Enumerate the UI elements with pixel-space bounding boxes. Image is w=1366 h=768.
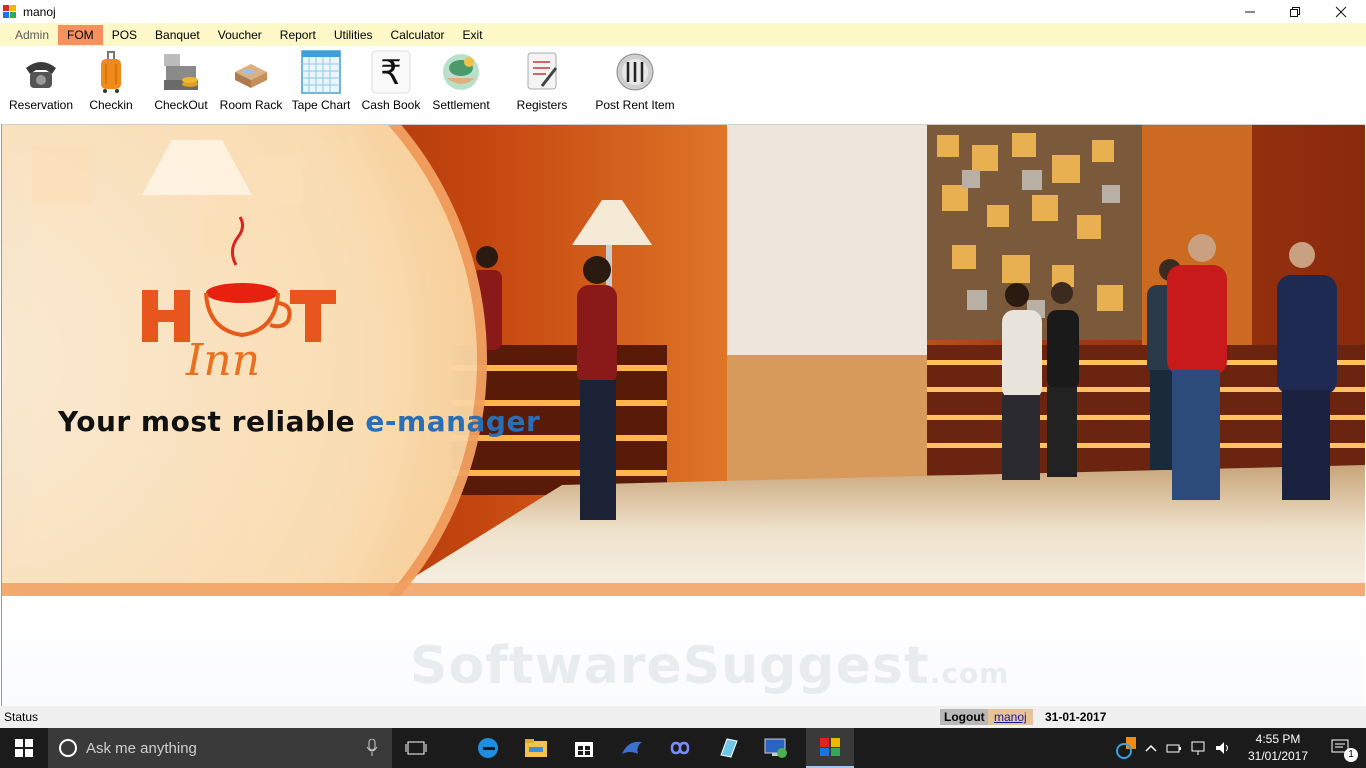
logout-button[interactable]: Logout [940,709,989,725]
restore-button[interactable] [1272,0,1318,23]
status-bar: Status Logout manoj 31-01-2017 [0,706,1366,728]
store-button[interactable] [560,728,608,768]
infinity-icon [670,741,690,755]
tape-chart-icon [299,50,343,94]
menu-banquet[interactable]: Banquet [146,25,209,45]
clock-time: 4:55 PM [1255,732,1301,746]
hero-banner: Inn Your most reliable e-manager [1,124,1365,596]
title-bar: manoj [0,0,1366,23]
registers-label: Registers [516,98,568,112]
registers-icon [520,50,564,94]
cash-register-icon [159,50,203,94]
tagline-plain: Your most reliable [58,405,366,438]
clock[interactable]: 4:55 PM 31/01/2017 [1240,731,1316,765]
watermark: SoftwareSuggest.com [410,636,1009,696]
menu-calculator[interactable]: Calculator [382,25,454,45]
post-rent-item-button[interactable]: Post Rent Item [592,50,678,120]
window-title: manoj [23,4,56,19]
cutlery-icon [613,50,657,94]
reservation-button[interactable]: Reservation [8,50,74,120]
action-center-button[interactable]: 1 [1318,728,1366,768]
cortana-icon [59,739,77,757]
start-button[interactable] [0,728,48,768]
cash-book-button[interactable]: ₹ Cash Book [360,50,422,120]
task-view-button[interactable] [392,728,440,768]
menu-admin[interactable]: Admin [6,25,58,45]
glass-app-icon [720,738,738,758]
status-date: 31-01-2017 [1045,710,1107,724]
watermark-suffix: .com [929,657,1010,690]
hotel-app-icon [820,738,840,756]
checkin-label: Checkin [89,98,133,112]
room-rack-button[interactable]: Room Rack [218,56,284,126]
infinity-app-button[interactable] [656,728,704,768]
room-rack-icon [229,56,273,94]
toolbar: Reservation Checkin CheckOut Room Rack T… [0,46,1366,124]
app-icon [3,4,17,19]
suitcase-icon [89,50,133,94]
dolphin-icon [622,741,642,754]
minimize-button[interactable] [1227,0,1273,23]
tape-chart-label: Tape Chart [291,98,351,112]
folder-icon [525,739,547,757]
menu-exit[interactable]: Exit [454,25,492,45]
post-rent-item-label: Post Rent Item [595,98,675,112]
rupee-icon: ₹ [369,50,413,94]
cash-book-label: Cash Book [361,98,421,112]
content-area: SoftwareSuggest.com [1,596,1365,706]
tray-app-icon[interactable] [1116,737,1136,759]
telephone-icon [19,50,63,94]
network-icon[interactable] [1190,740,1208,756]
watermark-main: SoftwareSuggest [410,636,930,696]
lobby-photo: Inn [2,125,1365,596]
minimize-icon [1245,11,1255,12]
task-view-icon [405,741,427,755]
tagline: Your most reliable e-manager [58,405,540,438]
checkin-button[interactable]: Checkin [86,50,136,120]
svg-text:₹: ₹ [380,53,402,93]
restore-icon [1290,6,1300,17]
microphone-icon [366,739,378,756]
menu-report[interactable]: Report [271,25,325,45]
chevron-up-icon[interactable] [1144,743,1158,753]
checkout-button[interactable]: CheckOut [151,50,211,120]
store-icon [575,742,593,757]
taskbar: Ask me anything 4:55 PM 31/01/2017 1 [0,728,1366,768]
registers-button[interactable]: Registers [512,50,572,120]
status-label: Status [4,710,39,724]
menu-utilities[interactable]: Utilities [325,25,382,45]
notification-badge: 1 [1344,748,1358,762]
battery-icon[interactable] [1166,741,1182,755]
dolphin-app-button[interactable] [608,728,656,768]
user-link[interactable]: manoj [988,709,1033,725]
search-placeholder: Ask me anything [86,739,197,757]
settlement-button[interactable]: Settlement [430,50,492,120]
edge-icon [478,738,498,758]
settlement-label: Settlement [432,98,490,112]
reservation-label: Reservation [8,98,74,112]
settlement-icon [439,50,483,94]
volume-icon[interactable] [1214,740,1232,756]
remote-desktop-button[interactable] [752,728,800,768]
search-box[interactable]: Ask me anything [48,728,392,768]
system-tray [1116,728,1232,768]
menu-voucher[interactable]: Voucher [209,25,271,45]
edge-button[interactable] [464,728,512,768]
file-explorer-button[interactable] [512,728,560,768]
menu-pos[interactable]: POS [103,25,146,45]
close-icon [1335,6,1347,17]
menu-fom[interactable]: FOM [58,24,103,45]
tagline-accent: e-manager [365,405,541,438]
tape-chart-button[interactable]: Tape Chart [290,50,352,120]
svg-text:Inn: Inn [185,335,260,386]
close-button[interactable] [1318,0,1364,23]
checkout-label: CheckOut [154,98,208,112]
room-rack-label: Room Rack [219,98,283,112]
monitor-icon [764,738,787,758]
hotel-app-button[interactable] [806,728,854,768]
windows-icon [15,739,33,757]
menu-bar: Admin FOM POS Banquet Voucher Report Uti… [0,23,1366,46]
glass-app-button[interactable] [704,728,752,768]
clock-date: 31/01/2017 [1247,749,1309,763]
